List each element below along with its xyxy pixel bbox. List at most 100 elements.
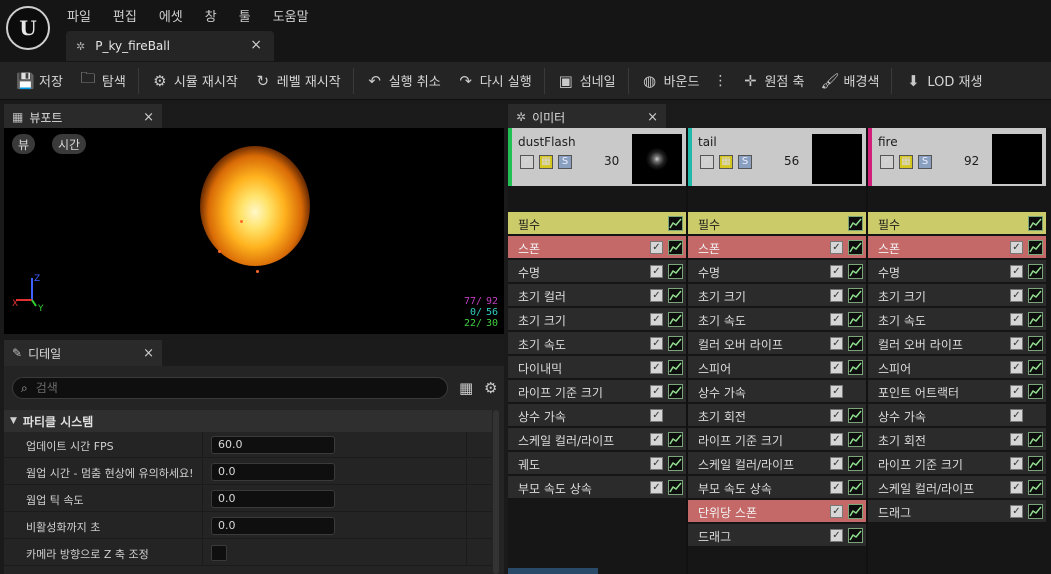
emitter-enable-checkbox[interactable]: ✓ xyxy=(700,155,714,169)
emitter-module-row[interactable]: 궤도 ✓ xyxy=(508,452,686,475)
module-enable-checkbox[interactable]: ✓ xyxy=(830,481,843,494)
emitter-module-row[interactable]: 초기 속도 ✓ xyxy=(868,308,1046,331)
curve-graph-icon[interactable] xyxy=(848,432,863,447)
module-enable-checkbox[interactable]: ✓ xyxy=(830,241,843,254)
curve-graph-icon[interactable] xyxy=(1028,264,1043,279)
close-icon[interactable]: × xyxy=(143,110,154,125)
emitter-module-row[interactable]: 초기 회전 ✓ xyxy=(688,404,866,427)
column-divider[interactable] xyxy=(202,459,203,485)
curve-graph-icon[interactable] xyxy=(848,528,863,543)
curve-graph-icon[interactable] xyxy=(848,408,863,423)
close-icon[interactable]: × xyxy=(143,346,154,361)
curve-graph-icon[interactable] xyxy=(668,312,683,327)
emitter-module-row[interactable]: 단위당 스폰 ✓ xyxy=(688,500,866,523)
bounds-button[interactable]: ◍ 바운드 xyxy=(633,66,708,96)
module-enable-checkbox[interactable]: ✓ xyxy=(650,313,663,326)
curve-graph-icon[interactable] xyxy=(668,216,683,231)
emitter-module-row[interactable]: 스케일 컬러/라이프 ✓ xyxy=(868,476,1046,499)
module-enable-checkbox[interactable]: ✓ xyxy=(1010,481,1023,494)
emitter-module-row[interactable]: 필수 xyxy=(688,212,866,235)
view-menu-button[interactable]: 뷰 xyxy=(12,134,36,154)
curve-graph-icon[interactable] xyxy=(848,360,863,375)
emitter-module-row[interactable]: 드래그 ✓ xyxy=(688,524,866,547)
emitter-module-row[interactable]: 초기 크기 ✓ xyxy=(508,308,686,331)
tab-emitters[interactable]: ✲ 이미터 × xyxy=(508,104,666,130)
module-enable-checkbox[interactable]: ✓ xyxy=(830,361,843,374)
property-value-field[interactable]: 0.0 xyxy=(211,490,335,508)
emitter-module-row[interactable]: 상수 가속 ✓ xyxy=(508,404,686,427)
property-value-field[interactable]: 0.0 xyxy=(211,517,335,535)
search-input[interactable] xyxy=(35,381,416,395)
module-enable-checkbox[interactable]: ✓ xyxy=(830,433,843,446)
close-icon[interactable]: × xyxy=(250,37,262,53)
emitter-module-row[interactable]: 스폰 ✓ xyxy=(688,236,866,259)
stats-s-icon[interactable]: S xyxy=(918,155,932,169)
curve-graph-icon[interactable] xyxy=(668,336,683,351)
curve-graph-icon[interactable] xyxy=(848,240,863,255)
curve-graph-icon[interactable] xyxy=(1028,240,1043,255)
search-box[interactable]: ⌕ xyxy=(12,377,448,399)
module-enable-checkbox[interactable]: ✓ xyxy=(1010,385,1023,398)
emitter-module-row[interactable]: 수명 ✓ xyxy=(688,260,866,283)
emitter-enable-checkbox[interactable]: ✓ xyxy=(520,155,534,169)
module-enable-checkbox[interactable]: ✓ xyxy=(1010,361,1023,374)
emitter-module-row[interactable]: 스피어 ✓ xyxy=(688,356,866,379)
module-enable-checkbox[interactable]: ✓ xyxy=(650,481,663,494)
emitter-module-row[interactable]: 다이내믹 ✓ xyxy=(508,356,686,379)
curve-graph-icon[interactable] xyxy=(848,504,863,519)
menu-item[interactable]: 툴 xyxy=(228,6,262,25)
curve-graph-icon[interactable] xyxy=(1028,360,1043,375)
module-enable-checkbox[interactable]: ✓ xyxy=(650,337,663,350)
module-enable-checkbox[interactable]: ✓ xyxy=(1010,241,1023,254)
curve-graph-icon[interactable] xyxy=(668,384,683,399)
save-button[interactable]: 💾 저장 xyxy=(8,66,71,96)
menu-item[interactable]: 편집 xyxy=(102,6,148,25)
curve-graph-icon[interactable] xyxy=(668,288,683,303)
module-enable-checkbox[interactable]: ✓ xyxy=(830,385,843,398)
curve-graph-icon[interactable] xyxy=(1028,288,1043,303)
column-divider[interactable] xyxy=(202,513,203,539)
emitter-module-row[interactable]: 스폰 ✓ xyxy=(868,236,1046,259)
curve-graph-icon[interactable] xyxy=(848,264,863,279)
curve-graph-icon[interactable] xyxy=(848,456,863,471)
stats-s-icon[interactable]: S xyxy=(738,155,752,169)
section-particle-system[interactable]: ▼ 파티클 시스템 xyxy=(4,410,492,432)
module-enable-checkbox[interactable]: ✓ xyxy=(830,529,843,542)
emitter-module-row[interactable]: 초기 크기 ✓ xyxy=(688,284,866,307)
emitter-module-row[interactable]: 필수 xyxy=(868,212,1046,235)
menu-item[interactable]: 도움말 xyxy=(262,6,320,25)
background-color-button[interactable]: 🖌 배경색 xyxy=(812,66,887,96)
curve-graph-icon[interactable] xyxy=(1028,216,1043,231)
emitter-module-row[interactable]: 필수 xyxy=(508,212,686,235)
solo-mode-icon[interactable]: ▦ xyxy=(719,155,733,169)
module-enable-checkbox[interactable]: ✓ xyxy=(1010,433,1023,446)
curve-graph-icon[interactable] xyxy=(668,456,683,471)
module-enable-checkbox[interactable]: ✓ xyxy=(830,337,843,350)
emitter-module-row[interactable]: 초기 속도 ✓ xyxy=(688,308,866,331)
module-enable-checkbox[interactable]: ✓ xyxy=(1010,337,1023,350)
emitter-module-row[interactable]: 스피어 ✓ xyxy=(868,356,1046,379)
column-divider[interactable] xyxy=(202,486,203,512)
origin-axis-button[interactable]: ✛ 원점 축 xyxy=(733,66,812,96)
module-enable-checkbox[interactable]: ✓ xyxy=(650,361,663,374)
thumbnail-button[interactable]: ▣ 섬네일 xyxy=(549,66,624,96)
module-enable-checkbox[interactable]: ✓ xyxy=(650,265,663,278)
module-enable-checkbox[interactable]: ✓ xyxy=(830,313,843,326)
emitter-module-row[interactable]: 라이프 기준 크기 ✓ xyxy=(868,452,1046,475)
menu-item[interactable]: 창 xyxy=(194,6,228,25)
emitter-module-row[interactable]: 스케일 컬러/라이프 ✓ xyxy=(508,428,686,451)
undo-button[interactable]: ↶ 실행 취소 xyxy=(358,66,449,96)
emitter-module-row[interactable]: 라이프 기준 크기 ✓ xyxy=(508,380,686,403)
more-options-icon[interactable]: ⋮ xyxy=(707,73,733,89)
emitter-module-row[interactable]: 수명 ✓ xyxy=(868,260,1046,283)
solo-mode-icon[interactable]: ▦ xyxy=(539,155,553,169)
curve-graph-icon[interactable] xyxy=(1028,480,1043,495)
module-enable-checkbox[interactable]: ✓ xyxy=(830,409,843,422)
column-divider[interactable] xyxy=(202,540,203,566)
emitter-module-row[interactable]: 스폰 ✓ xyxy=(508,236,686,259)
close-icon[interactable]: × xyxy=(647,110,658,125)
property-value-field[interactable]: 60.0 xyxy=(211,436,335,454)
module-enable-checkbox[interactable]: ✓ xyxy=(650,433,663,446)
emitter-module-row[interactable]: 스케일 컬러/라이프 ✓ xyxy=(688,452,866,475)
curve-graph-icon[interactable] xyxy=(1028,432,1043,447)
